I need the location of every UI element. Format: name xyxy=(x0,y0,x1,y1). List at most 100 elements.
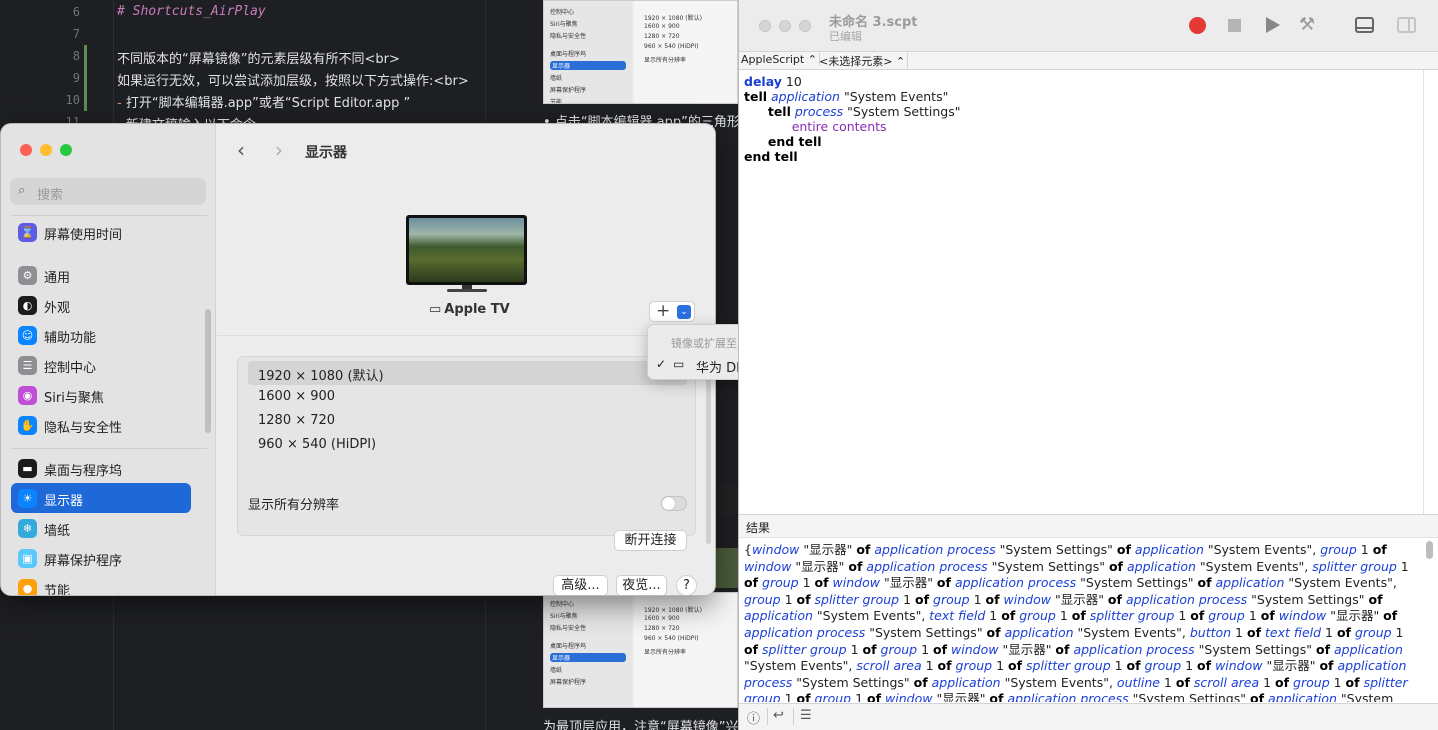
close-window-button[interactable] xyxy=(759,20,771,32)
editor-line-text: 打开“脚本编辑器.app”或者“Script Editor.app ” xyxy=(125,96,411,111)
run-button[interactable] xyxy=(1266,17,1280,33)
preview-text-fragment: 为最顶层应用，注意“屏幕镜像”兴 xyxy=(543,720,739,730)
airplay-icon: ▭ xyxy=(673,357,685,371)
sidebar-item[interactable]: ✋ 隐私与安全性 xyxy=(11,410,191,440)
show-log-icon[interactable] xyxy=(1355,17,1374,33)
result-header: 结果 xyxy=(739,514,1438,538)
help-button[interactable]: ? xyxy=(676,575,697,595)
language-popup[interactable]: AppleScript ⌃ xyxy=(739,53,820,66)
appearance-icon: ◐ xyxy=(18,296,37,315)
info-icon[interactable]: ⓘ xyxy=(747,708,760,727)
display-icon: ☀ xyxy=(18,489,37,508)
sidebar-item[interactable]: ◉ Siri与聚焦 xyxy=(11,380,191,410)
gear-icon: ⚙ xyxy=(18,266,37,285)
hand-icon: ✋ xyxy=(18,416,37,435)
back-button[interactable]: ‹ xyxy=(237,138,245,162)
return-icon[interactable]: ↩ xyxy=(773,708,784,723)
line-number: 10 xyxy=(65,93,80,107)
script-code-area[interactable]: delay 10 tell application "System Events… xyxy=(744,74,1424,164)
sidebar-item-label: 墙纸 xyxy=(44,524,71,539)
page-title: 显示器 xyxy=(305,145,347,161)
zoom-window-button[interactable] xyxy=(60,144,72,156)
footer-separator xyxy=(793,708,794,725)
checkmark-icon: ✓ xyxy=(656,357,667,371)
navigation-bar: AppleScript ⌃ <未选择元素> ⌃ xyxy=(739,52,1438,70)
sidebar-item[interactable]: ◐ 外观 xyxy=(11,290,191,320)
compile-hammer-icon[interactable]: ⚒ xyxy=(1299,14,1315,35)
line-number: 7 xyxy=(72,27,80,41)
resolution-option[interactable]: 1920 × 1080 (默认) xyxy=(248,361,687,385)
resolution-option[interactable]: 1280 × 720 xyxy=(248,409,687,433)
sidebar-item-label: 屏幕使用时间 xyxy=(44,228,123,243)
sidebar-item[interactable]: ☺ 辅助功能 xyxy=(11,320,191,350)
editor-line[interactable]: # Shortcuts_AirPlay xyxy=(117,4,266,19)
sidebar-item-label: Siri与聚焦 xyxy=(44,391,104,406)
search-field[interactable]: ⌕ 搜索 xyxy=(10,178,206,205)
list-bullet: - xyxy=(117,96,126,111)
settings-toolbar: ‹ › 显示器 xyxy=(217,124,715,176)
footer-separator xyxy=(767,708,768,725)
script-editor-titlebar: 未命名 3.scpt 已编辑 ⚒ xyxy=(739,0,1438,52)
background-screenshot-sliver xyxy=(715,548,738,588)
result-text[interactable]: {window "显示器" of application process "Sy… xyxy=(744,542,1420,702)
result-scrollbar[interactable] xyxy=(1426,541,1433,559)
sidebar-item[interactable]: ▬ 桌面与程序坞 xyxy=(11,453,191,483)
search-icon: ⌕ xyxy=(18,183,26,198)
night-shift-button[interactable]: 夜览... xyxy=(616,575,667,595)
element-popup[interactable]: <未选择元素> ⌃ xyxy=(817,53,909,69)
minimize-window-button[interactable] xyxy=(779,20,791,32)
device-label: ▭ Apple TV xyxy=(429,302,510,317)
section-divider xyxy=(217,335,715,336)
control-center-icon: ☰ xyxy=(18,356,37,375)
show-sidebar-icon[interactable] xyxy=(1397,17,1416,33)
sidebar-item[interactable]: ☀ 显示器 xyxy=(11,483,191,513)
device-name: Apple TV xyxy=(444,302,510,317)
tv-display-image xyxy=(406,215,527,285)
siri-icon: ◉ xyxy=(18,386,37,405)
resolution-option[interactable]: 1600 × 900 xyxy=(248,385,687,409)
sidebar-item[interactable]: ⚙ 通用 xyxy=(11,260,191,290)
screensaver-icon: ▣ xyxy=(18,549,37,568)
disconnect-button[interactable]: 断开连接 xyxy=(614,530,687,551)
list-icon[interactable]: ☰ xyxy=(800,708,812,723)
sidebar-divider xyxy=(11,215,207,216)
advanced-button[interactable]: 高级... xyxy=(553,575,608,595)
sidebar-scrollbar[interactable] xyxy=(205,309,211,433)
sidebar-item-label: 外观 xyxy=(44,301,71,316)
chevron-down-icon[interactable]: ⌄ xyxy=(677,305,691,319)
change-marker xyxy=(84,67,87,89)
show-all-resolutions-toggle[interactable] xyxy=(661,496,687,511)
stop-button[interactable] xyxy=(1228,19,1241,32)
zoom-window-button[interactable] xyxy=(799,20,811,32)
sidebar-item-label: 桌面与程序坞 xyxy=(44,464,123,479)
background-screenshot-bottom: 控制中心 Siri与聚焦 隐私与安全性 桌面与程序坞 显示器 墙纸 屏幕保护程序… xyxy=(543,592,738,708)
sidebar-item[interactable]: ⌛ 屏幕使用时间 xyxy=(11,217,191,247)
menu-header: 镜像或扩展至 xyxy=(671,337,737,350)
settings-sidebar: ⌕ 搜索 ⌛ 屏幕使用时间 ⚙ 通用 ◐ 外观 ☺ 辅助功能 ☰ 控制中心 ◉ Siri与聚焦 ✋ 隐私与… xyxy=(1,124,216,595)
background-screenshot-top: 控制中心 Siri与聚焦 隐私与安全性 桌面与程序坞 显示器 墙纸 屏幕保护程序… xyxy=(543,0,738,104)
minimize-window-button[interactable] xyxy=(40,144,52,156)
resolution-option[interactable]: 960 × 540 (HiDPI) xyxy=(248,433,687,457)
accessibility-icon: ☺ xyxy=(18,326,37,345)
editor-line[interactable]: 不同版本的“屏幕镜像”的元素层级有所不同<br> xyxy=(117,48,400,67)
change-marker xyxy=(84,45,87,67)
sidebar-item-label: 辅助功能 xyxy=(44,331,97,346)
document-subtitle: 已编辑 xyxy=(829,30,862,43)
bulb-icon: ● xyxy=(18,579,37,595)
record-button[interactable] xyxy=(1189,17,1206,34)
code-scrollbar[interactable] xyxy=(1423,70,1438,515)
sidebar-item[interactable]: ❄ 墙纸 xyxy=(11,513,191,543)
line-number: 6 xyxy=(72,5,80,19)
sidebar-item[interactable]: ☰ 控制中心 xyxy=(11,350,191,380)
sidebar-item-label: 节能 xyxy=(44,584,71,595)
sidebar-item-label: 隐私与安全性 xyxy=(44,421,123,436)
sidebar-item[interactable]: ▣ 屏幕保护程序 xyxy=(11,543,191,573)
sidebar-item[interactable]: ● 节能 xyxy=(11,573,191,595)
editor-line[interactable]: 如果运行无效，可以尝试添加层级，按照以下方式操作:<br> xyxy=(117,70,469,89)
add-display-button[interactable]: + ⌄ xyxy=(649,301,695,322)
main-scrollbar[interactable] xyxy=(706,364,711,544)
dock-icon: ▬ xyxy=(18,459,37,478)
close-window-button[interactable] xyxy=(20,144,32,156)
forward-button[interactable]: › xyxy=(275,138,283,162)
editor-line[interactable]: - 打开“脚本编辑器.app”或者“Script Editor.app ” xyxy=(117,92,410,111)
